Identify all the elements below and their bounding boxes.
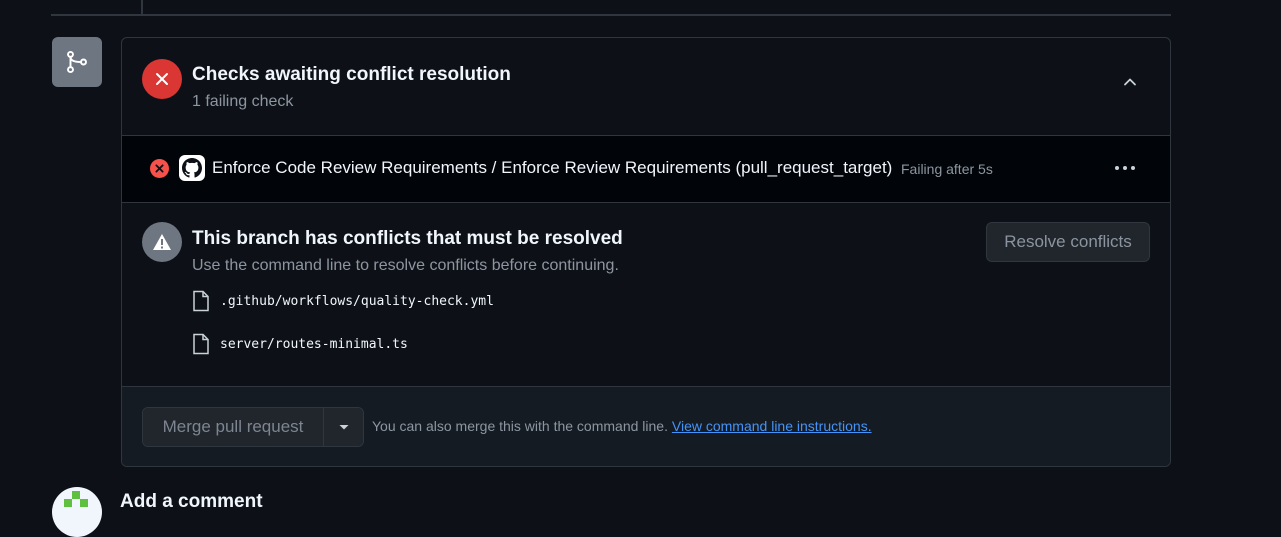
command-line-instructions-link[interactable]: View command line instructions. [672, 418, 872, 434]
conflict-title: This branch has conflicts that must be r… [192, 228, 623, 249]
check-name[interactable]: Enforce Code Review Requirements / Enfor… [212, 158, 892, 178]
merge-button-group: Merge pull request [142, 407, 364, 447]
git-branch-icon [52, 37, 102, 87]
merge-note: You can also merge this with the command… [372, 418, 872, 434]
failure-icon [142, 59, 182, 99]
alert-icon [142, 222, 182, 262]
conflict-subtitle: Use the command line to resolve conflict… [192, 257, 619, 274]
conflict-file: .github/workflows/quality-check.yml [192, 289, 494, 313]
conflict-section: This branch has conflicts that must be r… [122, 202, 1170, 386]
caret-down-icon [339, 425, 348, 430]
github-logo-icon [179, 155, 205, 181]
check-row[interactable]: Enforce Code Review Requirements / Enfor… [122, 135, 1170, 203]
check-status: Failing after 5s [901, 161, 993, 177]
checks-subtitle: 1 failing check [192, 93, 294, 110]
checks-title: Checks awaiting conflict resolution [192, 64, 511, 85]
file-icon [193, 333, 209, 355]
conflict-file-name: .github/workflows/quality-check.yml [220, 293, 494, 309]
avatar[interactable] [52, 487, 102, 537]
timeline-divider [51, 14, 1171, 16]
failure-icon [150, 159, 169, 178]
merge-note-text: You can also merge this with the command… [372, 418, 672, 434]
merge-pull-request-button[interactable]: Merge pull request [143, 408, 324, 446]
checks-header: Checks awaiting conflict resolution 1 fa… [122, 38, 1170, 135]
add-comment-heading: Add a comment [120, 491, 263, 512]
chevron-up-icon[interactable] [1118, 70, 1142, 94]
conflict-file: server/routes-minimal.ts [192, 332, 408, 356]
merge-panel: Checks awaiting conflict resolution 1 fa… [121, 37, 1171, 467]
resolve-conflicts-button[interactable]: Resolve conflicts [986, 222, 1150, 262]
conflict-file-name: server/routes-minimal.ts [220, 336, 408, 352]
file-icon [193, 290, 209, 312]
kebab-menu-icon[interactable] [1112, 156, 1138, 180]
merge-box: Merge pull request You can also merge th… [122, 386, 1170, 466]
timeline-connector [141, 0, 143, 15]
merge-options-dropdown[interactable] [324, 408, 363, 446]
